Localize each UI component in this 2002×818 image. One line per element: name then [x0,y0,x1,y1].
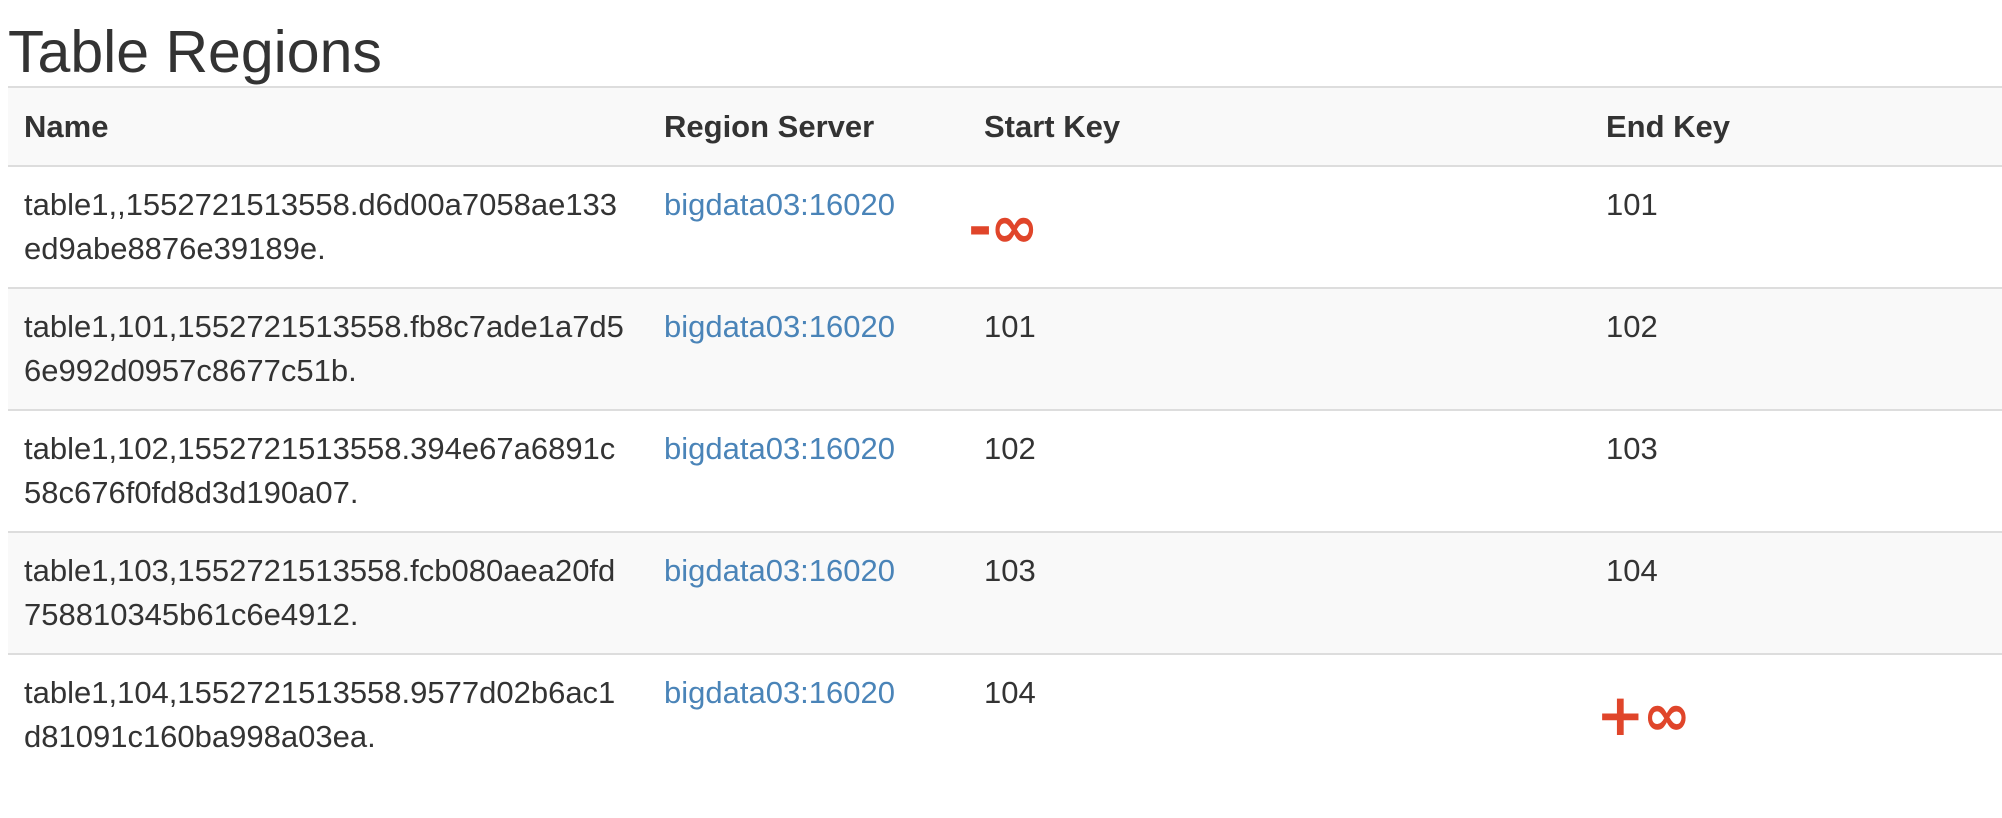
negative-infinity-icon: -∞ [968,193,1038,261]
region-server-cell: bigdata03:16020 [648,653,968,776]
region-server-link[interactable]: bigdata03:16020 [664,431,895,466]
region-name: table1,101,1552721513558.fb8c7ade1a7d56e… [8,287,648,410]
end-key: 102 [1590,287,2002,410]
end-key: +∞ [1590,653,2002,776]
table-body: table1,,1552721513558.d6d00a7058ae133ed9… [8,165,2002,776]
table-row: table1,102,1552721513558.394e67a6891c58c… [8,409,2002,532]
regions-table: Name Region Server Start Key End Key tab… [8,86,2002,776]
table-row: table1,104,1552721513558.9577d02b6ac1d81… [8,653,2002,776]
region-server-link[interactable]: bigdata03:16020 [664,553,895,588]
region-name: table1,103,1552721513558.fcb080aea20fd75… [8,531,648,654]
region-server-cell: bigdata03:16020 [648,165,968,288]
column-header-end-key[interactable]: End Key [1590,86,2002,167]
region-server-link[interactable]: bigdata03:16020 [664,309,895,344]
table-row: table1,103,1552721513558.fcb080aea20fd75… [8,531,2002,654]
table-row: table1,,1552721513558.d6d00a7058ae133ed9… [8,165,2002,288]
region-name: table1,,1552721513558.d6d00a7058ae133ed9… [8,165,648,288]
region-server-link[interactable]: bigdata03:16020 [664,187,895,222]
column-header-region-server[interactable]: Region Server [648,86,968,167]
table-row: table1,101,1552721513558.fb8c7ade1a7d56e… [8,287,2002,410]
region-server-cell: bigdata03:16020 [648,287,968,410]
end-key: 104 [1590,531,2002,654]
region-server-cell: bigdata03:16020 [648,531,968,654]
page-title: Table Regions [8,19,382,85]
start-key: 104 [968,653,1590,776]
region-name: table1,104,1552721513558.9577d02b6ac1d81… [8,653,648,776]
table-header: Name Region Server Start Key End Key [8,86,2002,167]
end-key: 103 [1590,409,2002,532]
start-key: -∞ [968,165,1590,288]
region-server-cell: bigdata03:16020 [648,409,968,532]
region-server-link[interactable]: bigdata03:16020 [664,675,895,710]
region-name: table1,102,1552721513558.394e67a6891c58c… [8,409,648,532]
header-row: Name Region Server Start Key End Key [8,86,2002,167]
page-container: Table Regions Name Region Server Start K… [8,0,2002,776]
start-key: 101 [968,287,1590,410]
positive-infinity-icon: +∞ [1596,681,1691,749]
column-header-name[interactable]: Name [8,86,648,167]
start-key: 102 [968,409,1590,532]
end-key: 101 [1590,165,2002,288]
column-header-start-key[interactable]: Start Key [968,86,1590,167]
start-key: 103 [968,531,1590,654]
